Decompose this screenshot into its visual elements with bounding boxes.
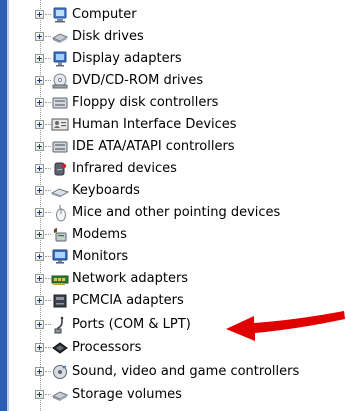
network-adapter-icon	[51, 275, 69, 285]
expand-button[interactable]	[35, 10, 44, 19]
tree-item-label: Computer	[72, 7, 137, 22]
tree-item-sound-video-and-game-controllers[interactable]: Sound, video and game controllers	[0, 361, 346, 383]
mouse-icon	[56, 205, 66, 222]
tree-item-label: Ports (COM & LPT)	[72, 317, 191, 332]
tree-item-dvd-cd-rom-drives[interactable]: DVD/CD-ROM drives	[0, 70, 346, 92]
expand-button[interactable]	[35, 343, 44, 352]
expand-button[interactable]	[35, 230, 44, 239]
tree-item-label: Sound, video and game controllers	[72, 364, 300, 379]
expand-button[interactable]	[35, 274, 44, 283]
disk-drive-icon	[51, 33, 69, 43]
tree-item-floppy-disk-controllers[interactable]: Floppy disk controllers	[0, 92, 346, 114]
tree-item-storage-volumes[interactable]: Storage volumes	[0, 384, 346, 406]
expand-button[interactable]	[35, 390, 44, 399]
tree-item-label: Infrared devices	[72, 161, 177, 176]
ide-controller-icon	[52, 141, 68, 153]
tree-item-label: IDE ATA/ATAPI controllers	[72, 139, 235, 154]
monitor-icon	[52, 249, 68, 264]
tree-item-human-interface-devices[interactable]: Human Interface Devices	[0, 114, 346, 136]
expand-button[interactable]	[35, 296, 44, 305]
floppy-controller-icon	[52, 97, 68, 109]
expand-button[interactable]	[35, 120, 44, 129]
tree-item-disk-drives[interactable]: Disk drives	[0, 26, 346, 48]
expand-button[interactable]	[35, 142, 44, 151]
display-adapter-icon	[53, 51, 67, 67]
modem-icon	[53, 228, 67, 242]
expand-button[interactable]	[35, 76, 44, 85]
pcmcia-icon	[53, 294, 67, 308]
tree-item-label: Network adapters	[72, 271, 189, 286]
tree-item-label: Disk drives	[72, 29, 144, 44]
tree-item-label: Modems	[72, 227, 127, 242]
tree-item-ide-ata-atapi-controllers[interactable]: IDE ATA/ATAPI controllers	[0, 136, 346, 158]
storage-volume-icon	[51, 391, 69, 401]
port-icon	[54, 316, 64, 334]
tree-item-label: PCMCIA adapters	[72, 293, 184, 308]
tree-item-label: Human Interface Devices	[72, 117, 237, 132]
keyboard-icon	[51, 188, 69, 198]
tree-item-computer[interactable]: Computer	[0, 4, 346, 26]
infrared-icon	[54, 162, 67, 176]
expand-button[interactable]	[35, 252, 44, 261]
processor-icon	[52, 342, 68, 354]
tree-item-label: Display adapters	[72, 51, 182, 66]
tree-item-label: Keyboards	[72, 183, 140, 198]
tree-item-infrared-devices[interactable]: Infrared devices	[0, 158, 346, 180]
tree-item-mice-and-other-pointing-devices[interactable]: Mice and other pointing devices	[0, 202, 346, 224]
hid-icon	[51, 118, 69, 131]
tree-item-label: Monitors	[72, 249, 129, 264]
tree-item-label: Floppy disk controllers	[72, 95, 219, 110]
expand-button[interactable]	[35, 186, 44, 195]
device-tree: Computer Disk drives Display adapters DV…	[0, 0, 346, 411]
tree-item-label: DVD/CD-ROM drives	[72, 73, 204, 88]
expand-button[interactable]	[35, 98, 44, 107]
tree-item-display-adapters[interactable]: Display adapters	[0, 48, 346, 70]
tree-item-monitors[interactable]: Monitors	[0, 246, 346, 268]
expand-button[interactable]	[35, 164, 44, 173]
tree-item-label: Processors	[72, 340, 142, 355]
dvd-drive-icon	[52, 73, 68, 89]
expand-button[interactable]	[35, 208, 44, 217]
expand-button[interactable]	[35, 320, 44, 329]
device-manager-tree-view: Computer Disk drives Display adapters DV…	[0, 0, 346, 411]
tree-item-label: Mice and other pointing devices	[72, 205, 281, 220]
expand-button[interactable]	[35, 54, 44, 63]
tree-item-label: Storage volumes	[72, 387, 182, 402]
tree-item-network-adapters[interactable]: Network adapters	[0, 268, 346, 290]
tree-item-keyboards[interactable]: Keyboards	[0, 180, 346, 202]
red-arrow-icon	[226, 311, 345, 341]
tree-item-modems[interactable]: Modems	[0, 224, 346, 246]
expand-button[interactable]	[35, 32, 44, 41]
computer-icon	[53, 7, 67, 23]
sound-icon	[53, 365, 67, 379]
expand-button[interactable]	[35, 367, 44, 376]
